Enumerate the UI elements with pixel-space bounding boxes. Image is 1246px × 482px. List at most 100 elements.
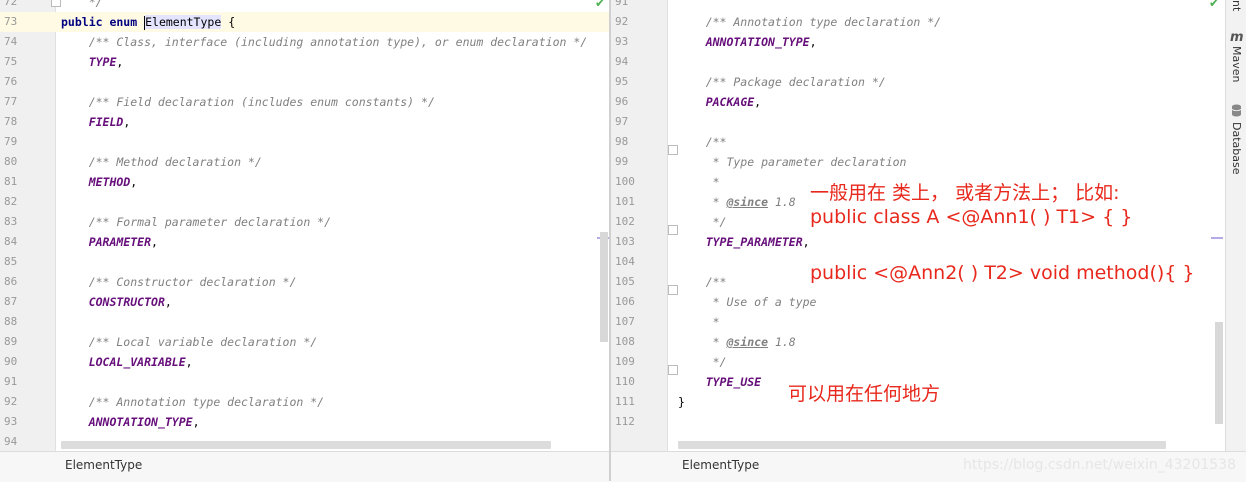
line-number[interactable]: 79 (4, 132, 44, 152)
left-editor-pane[interactable]: 72 */73 public enum ElementType {74 /** C… (0, 0, 609, 451)
line-number[interactable]: 77 (4, 92, 44, 112)
code-line[interactable]: 103 TYPE_PARAMETER, (611, 232, 1225, 252)
code-text[interactable]: ANNOTATION_TYPE, (678, 32, 817, 52)
left-code-lines[interactable]: 72 */73 public enum ElementType {74 /** C… (0, 0, 609, 451)
code-text[interactable]: FIELD, (61, 112, 131, 132)
line-number[interactable]: 105 (615, 272, 655, 292)
line-number[interactable]: 93 (615, 32, 655, 52)
right-vertical-scrollbar[interactable] (1215, 322, 1223, 424)
line-number[interactable]: 108 (615, 332, 655, 352)
line-number[interactable]: 84 (4, 232, 44, 252)
code-line[interactable]: 74 /** Class, interface (including annot… (0, 32, 609, 52)
line-number[interactable]: 106 (615, 292, 655, 312)
code-line[interactable]: 92 /** Annotation type declaration */ (0, 392, 609, 412)
code-line[interactable]: 96 PACKAGE, (611, 92, 1225, 112)
line-number[interactable]: 86 (4, 272, 44, 292)
code-text[interactable]: /** (678, 132, 727, 152)
line-number[interactable]: 78 (4, 112, 44, 132)
fold-marker[interactable] (668, 145, 678, 155)
code-line[interactable]: 108 * @since 1.8 (611, 332, 1225, 352)
code-text[interactable]: * @since 1.8 (678, 192, 796, 212)
right-horizontal-scrollbar[interactable] (678, 441, 1166, 449)
code-text[interactable]: PARAMETER, (61, 232, 158, 252)
code-line[interactable]: 85 (0, 252, 609, 272)
code-text[interactable]: /** Annotation type declaration */ (61, 392, 324, 412)
code-line[interactable]: 80 /** Method declaration */ (0, 152, 609, 172)
line-number[interactable]: 81 (4, 172, 44, 192)
line-number[interactable]: 91 (4, 372, 44, 392)
breadcrumb-item[interactable]: ElementType (682, 452, 759, 478)
code-text[interactable]: /** Local variable declaration */ (61, 332, 318, 352)
code-line[interactable]: 97 (611, 112, 1225, 132)
line-number[interactable]: 83 (4, 212, 44, 232)
code-line[interactable]: 93 ANNOTATION_TYPE, (0, 412, 609, 432)
line-number[interactable]: 88 (4, 312, 44, 332)
line-number[interactable]: 91 (615, 0, 655, 12)
code-text[interactable]: LOCAL_VARIABLE, (61, 352, 193, 372)
code-line[interactable]: 109 */ (611, 352, 1225, 372)
fold-marker[interactable] (668, 225, 678, 235)
code-text[interactable]: /** Constructor declaration */ (61, 272, 297, 292)
line-number[interactable]: 100 (615, 172, 655, 192)
code-line[interactable]: 78 FIELD, (0, 112, 609, 132)
code-text[interactable]: * (678, 172, 720, 192)
code-text[interactable]: /** Formal parameter declaration */ (61, 212, 331, 232)
line-number[interactable]: 73 (4, 12, 44, 32)
line-number[interactable]: 107 (615, 312, 655, 332)
code-text[interactable]: ANNOTATION_TYPE, (61, 412, 200, 432)
code-line[interactable]: 77 /** Field declaration (includes enum … (0, 92, 609, 112)
code-text[interactable]: TYPE_PARAMETER, (678, 232, 810, 252)
code-line[interactable]: 107 * (611, 312, 1225, 332)
code-text[interactable]: TYPE, (61, 52, 124, 72)
line-number[interactable]: 93 (4, 412, 44, 432)
code-line[interactable]: 94 (611, 52, 1225, 72)
line-number[interactable]: 94 (615, 52, 655, 72)
code-line[interactable]: 99 * Type parameter declaration (611, 152, 1225, 172)
code-text[interactable]: */ (61, 0, 103, 12)
line-number[interactable]: 87 (4, 292, 44, 312)
code-line[interactable]: 86 /** Constructor declaration */ (0, 272, 609, 292)
fold-marker[interactable] (668, 365, 678, 375)
code-text[interactable]: /** (678, 272, 727, 292)
left-vertical-scrollbar[interactable] (600, 232, 608, 342)
code-line[interactable]: 90 LOCAL_VARIABLE, (0, 352, 609, 372)
left-horizontal-scrollbar[interactable] (61, 441, 551, 449)
line-number[interactable]: 92 (4, 392, 44, 412)
line-number[interactable]: 85 (4, 252, 44, 272)
line-number[interactable]: 104 (615, 252, 655, 272)
line-number[interactable]: 82 (4, 192, 44, 212)
line-number[interactable]: 101 (615, 192, 655, 212)
code-line[interactable]: 93 ANNOTATION_TYPE, (611, 32, 1225, 52)
code-line[interactable]: 91 (0, 372, 609, 392)
code-line[interactable]: 75 TYPE, (0, 52, 609, 72)
line-number[interactable]: 90 (4, 352, 44, 372)
line-number[interactable]: 76 (4, 72, 44, 92)
code-line[interactable]: 106 * Use of a type (611, 292, 1225, 312)
code-line[interactable]: 92 /** Annotation type declaration */ (611, 12, 1225, 32)
line-number[interactable]: 109 (615, 352, 655, 372)
code-line[interactable]: 88 (0, 312, 609, 332)
code-text[interactable]: public enum ElementType { (61, 12, 235, 32)
code-line[interactable]: 82 (0, 192, 609, 212)
breadcrumb-item[interactable]: ElementType (65, 452, 142, 478)
code-line[interactable]: 84 PARAMETER, (0, 232, 609, 252)
code-line[interactable]: 81 METHOD, (0, 172, 609, 192)
line-number[interactable]: 72 (4, 0, 44, 12)
line-number[interactable]: 80 (4, 152, 44, 172)
line-number[interactable]: 111 (615, 392, 655, 412)
code-text[interactable]: */ (678, 352, 727, 372)
code-text[interactable]: /** Annotation type declaration */ (678, 12, 941, 32)
code-line[interactable]: 79 (0, 132, 609, 152)
code-text[interactable]: CONSTRUCTOR, (61, 292, 172, 312)
fold-marker[interactable] (668, 285, 678, 295)
code-text[interactable]: /** Method declaration */ (61, 152, 262, 172)
line-number[interactable]: 97 (615, 112, 655, 132)
code-text[interactable]: PACKAGE, (678, 92, 761, 112)
code-text[interactable]: * @since 1.8 (678, 332, 796, 352)
line-number[interactable]: 110 (615, 372, 655, 392)
code-line[interactable]: 72 */ (0, 0, 609, 12)
line-number[interactable]: 89 (4, 332, 44, 352)
code-line[interactable]: 83 /** Formal parameter declaration */ (0, 212, 609, 232)
code-line[interactable]: 95 /** Package declaration */ (611, 72, 1225, 92)
code-text[interactable]: /** Package declaration */ (678, 72, 886, 92)
